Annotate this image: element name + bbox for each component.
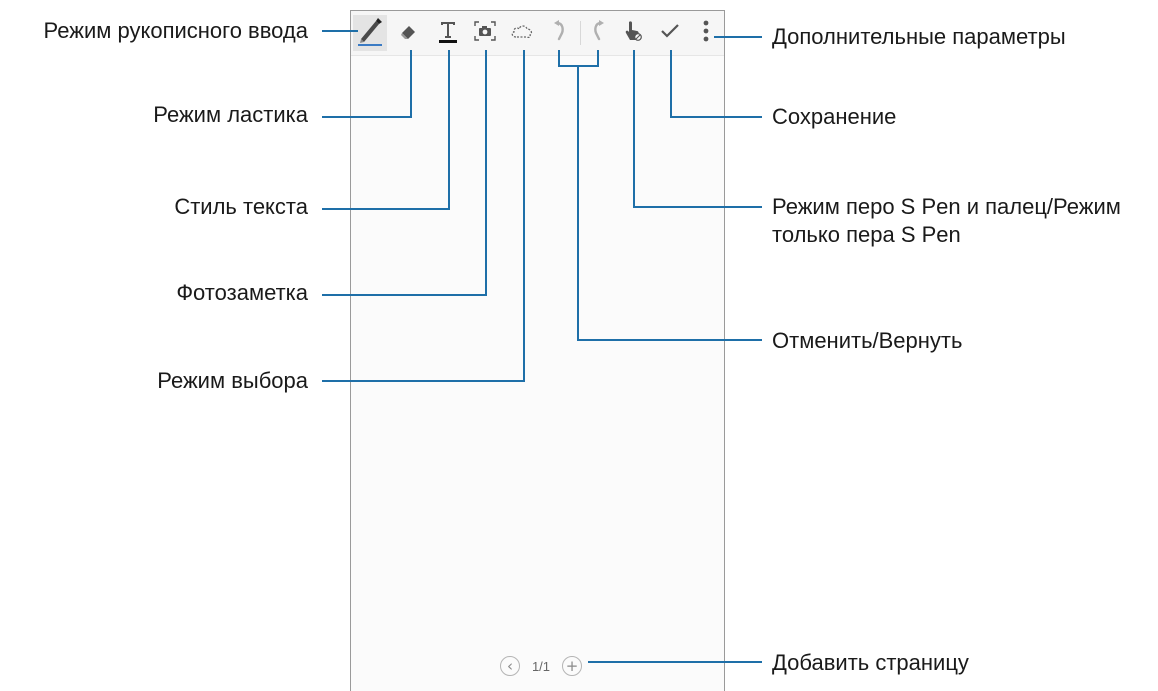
leader-line bbox=[670, 50, 672, 118]
add-page-button[interactable]: + bbox=[562, 656, 583, 676]
plus-icon: + bbox=[565, 656, 579, 675]
leader-line bbox=[485, 50, 487, 296]
eraser-icon bbox=[399, 21, 419, 46]
pen-icon bbox=[356, 16, 384, 51]
redo-button[interactable] bbox=[581, 15, 615, 51]
page-indicator: 1/1 bbox=[531, 658, 551, 674]
label-more-options: Дополнительные параметры bbox=[772, 24, 1066, 49]
label-pen-mode-line2: только пера S Pen bbox=[772, 222, 961, 247]
label-undo-redo: Отменить/Вернуть bbox=[772, 328, 963, 353]
pen-tool-button[interactable] bbox=[353, 15, 387, 51]
leader-line bbox=[322, 208, 450, 210]
toolbar bbox=[351, 11, 724, 56]
label-save: Сохранение bbox=[772, 104, 897, 129]
leader-line bbox=[588, 661, 762, 663]
camera-icon bbox=[474, 20, 496, 46]
memo-screen: ‹ 1/1 + bbox=[350, 10, 725, 691]
undo-button[interactable] bbox=[543, 15, 577, 51]
leader-line bbox=[322, 294, 487, 296]
previous-page-button[interactable]: ‹ bbox=[499, 656, 520, 676]
hand-pen-icon bbox=[623, 20, 643, 47]
leader-line bbox=[714, 36, 762, 38]
page-navigator: ‹ 1/1 + bbox=[491, 653, 591, 679]
more-options-button[interactable] bbox=[691, 15, 721, 51]
label-add-page: Добавить страницу bbox=[772, 650, 969, 675]
label-text-style: Стиль текста bbox=[174, 194, 308, 219]
eraser-tool-button[interactable] bbox=[392, 15, 426, 51]
save-button[interactable] bbox=[653, 15, 687, 51]
leader-line bbox=[322, 380, 525, 382]
leader-line bbox=[322, 116, 412, 118]
leader-line bbox=[670, 116, 762, 118]
redo-icon bbox=[590, 19, 606, 47]
label-eraser-mode: Режим ластика bbox=[153, 102, 308, 127]
leader-line bbox=[633, 50, 635, 208]
leader-line bbox=[322, 30, 358, 32]
leader-line bbox=[577, 65, 579, 341]
selection-tool-button[interactable] bbox=[505, 15, 539, 51]
label-pen-mode-line1: Режим перо S Pen и палец/Режим bbox=[772, 194, 1121, 219]
text-icon bbox=[438, 19, 458, 48]
photo-note-button[interactable] bbox=[468, 15, 502, 51]
label-photo-note: Фотозаметка bbox=[176, 280, 308, 305]
chevron-left-icon: ‹ bbox=[506, 656, 513, 675]
label-selection-mode: Режим выбора bbox=[157, 368, 308, 393]
leader-line bbox=[523, 50, 525, 382]
leader-line bbox=[577, 339, 762, 341]
label-handwriting-mode: Режим рукописного ввода bbox=[43, 18, 308, 43]
leader-line bbox=[633, 206, 762, 208]
leader-line bbox=[410, 50, 412, 118]
text-tool-button[interactable] bbox=[431, 15, 465, 51]
cloud-selection-icon bbox=[510, 22, 534, 45]
more-vertical-icon bbox=[703, 20, 709, 47]
undo-icon bbox=[552, 19, 568, 47]
checkmark-icon bbox=[660, 23, 680, 44]
pen-mode-button[interactable] bbox=[616, 15, 650, 51]
leader-line bbox=[448, 50, 450, 210]
